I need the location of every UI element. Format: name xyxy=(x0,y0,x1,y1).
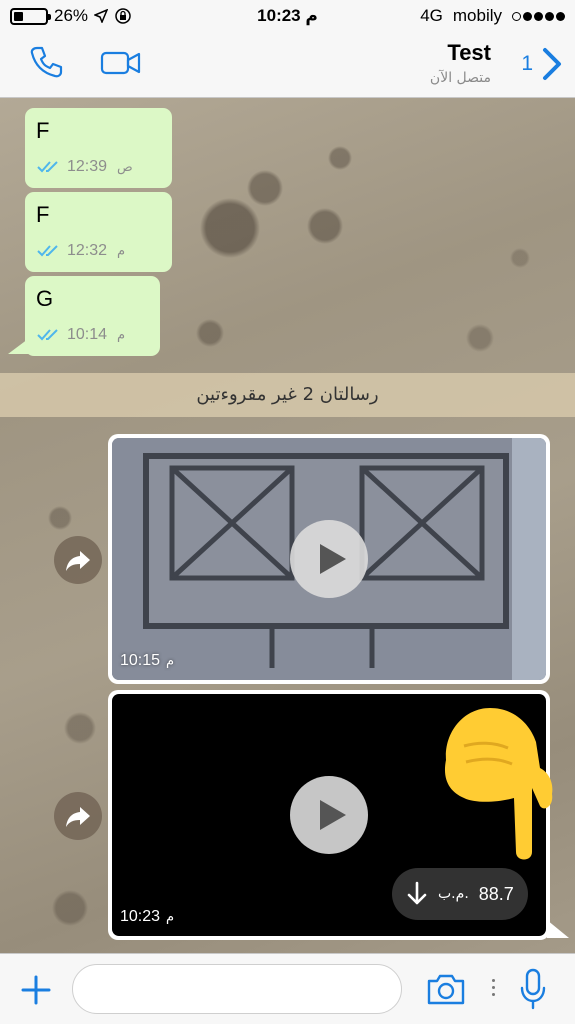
carrier-name: mobily xyxy=(452,6,502,25)
network-type: 4G xyxy=(420,6,443,25)
video-meta: 10:23 م xyxy=(120,908,174,926)
message-time: 12:32 xyxy=(67,242,108,259)
bubble-tail xyxy=(547,920,569,938)
camera-icon[interactable] xyxy=(426,972,466,1006)
status-bar: 26% 10:23 م 4G mobily xyxy=(0,0,575,32)
play-button[interactable] xyxy=(290,520,368,598)
message-ampm: م xyxy=(117,243,126,259)
plus-icon[interactable] xyxy=(20,974,52,1006)
double-check-icon xyxy=(37,161,58,173)
video-call-icon[interactable] xyxy=(100,50,142,76)
video-ampm: م xyxy=(166,909,175,925)
file-size-unit: م.ب. xyxy=(438,886,469,902)
unread-count-badge: 1 xyxy=(521,52,533,75)
toolbar-separator xyxy=(492,979,495,1000)
forward-button[interactable] xyxy=(54,536,102,584)
message-text: G xyxy=(36,286,54,311)
chat-area[interactable]: F 12:39 ص F 12:32 م G 10:14 م رسالتان 2 … xyxy=(0,98,575,953)
message-input[interactable] xyxy=(72,964,402,1014)
forward-icon xyxy=(66,807,90,827)
input-bar xyxy=(0,953,575,1024)
contact-status: متصل الآن xyxy=(429,70,491,86)
video-ampm: م xyxy=(166,653,175,669)
file-size-value: 88.7 xyxy=(478,883,514,904)
message-bubble[interactable]: F 12:32 م xyxy=(25,192,172,272)
contact-name: Test xyxy=(447,40,491,65)
chat-header: Test متصل الآن 1 xyxy=(0,32,575,98)
message-meta: 12:32 م xyxy=(37,242,125,260)
double-check-icon xyxy=(37,329,58,341)
status-right: 4G mobily xyxy=(420,6,565,26)
forward-icon xyxy=(66,551,90,571)
signal-strength-icon xyxy=(512,11,565,21)
message-text: F xyxy=(36,202,50,227)
pointing-down-emoji xyxy=(444,708,553,860)
contact-info[interactable]: Test متصل الآن xyxy=(430,40,491,86)
download-icon xyxy=(407,881,427,905)
message-bubble[interactable]: G 10:14 م xyxy=(25,276,160,356)
message-time: 12:39 xyxy=(67,158,108,175)
unread-messages-banner: رسالتان 2 غير مقروءتين xyxy=(0,373,575,417)
forward-button[interactable] xyxy=(54,792,102,840)
phone-icon[interactable] xyxy=(28,44,64,80)
play-button[interactable] xyxy=(290,776,368,854)
message-bubble[interactable]: F 12:39 ص xyxy=(25,108,172,188)
message-ampm: م xyxy=(117,327,126,343)
message-time: 10:14 xyxy=(67,326,108,343)
message-ampm: ص xyxy=(117,159,133,175)
double-check-icon xyxy=(37,245,58,257)
message-meta: 10:14 م xyxy=(37,326,125,344)
video-meta: 10:15 م xyxy=(120,652,174,670)
video-message[interactable]: 10:15 م xyxy=(108,434,550,684)
download-button[interactable]: م.ب. 88.7 xyxy=(392,868,528,920)
microphone-icon[interactable] xyxy=(519,968,547,1010)
video-time: 10:15 xyxy=(120,652,161,669)
message-text: F xyxy=(36,118,50,143)
video-time: 10:23 xyxy=(120,908,161,925)
video-thumbnail: 10:15 م xyxy=(112,438,546,680)
back-chevron-icon[interactable] xyxy=(539,46,565,82)
message-meta: 12:39 ص xyxy=(37,158,133,176)
